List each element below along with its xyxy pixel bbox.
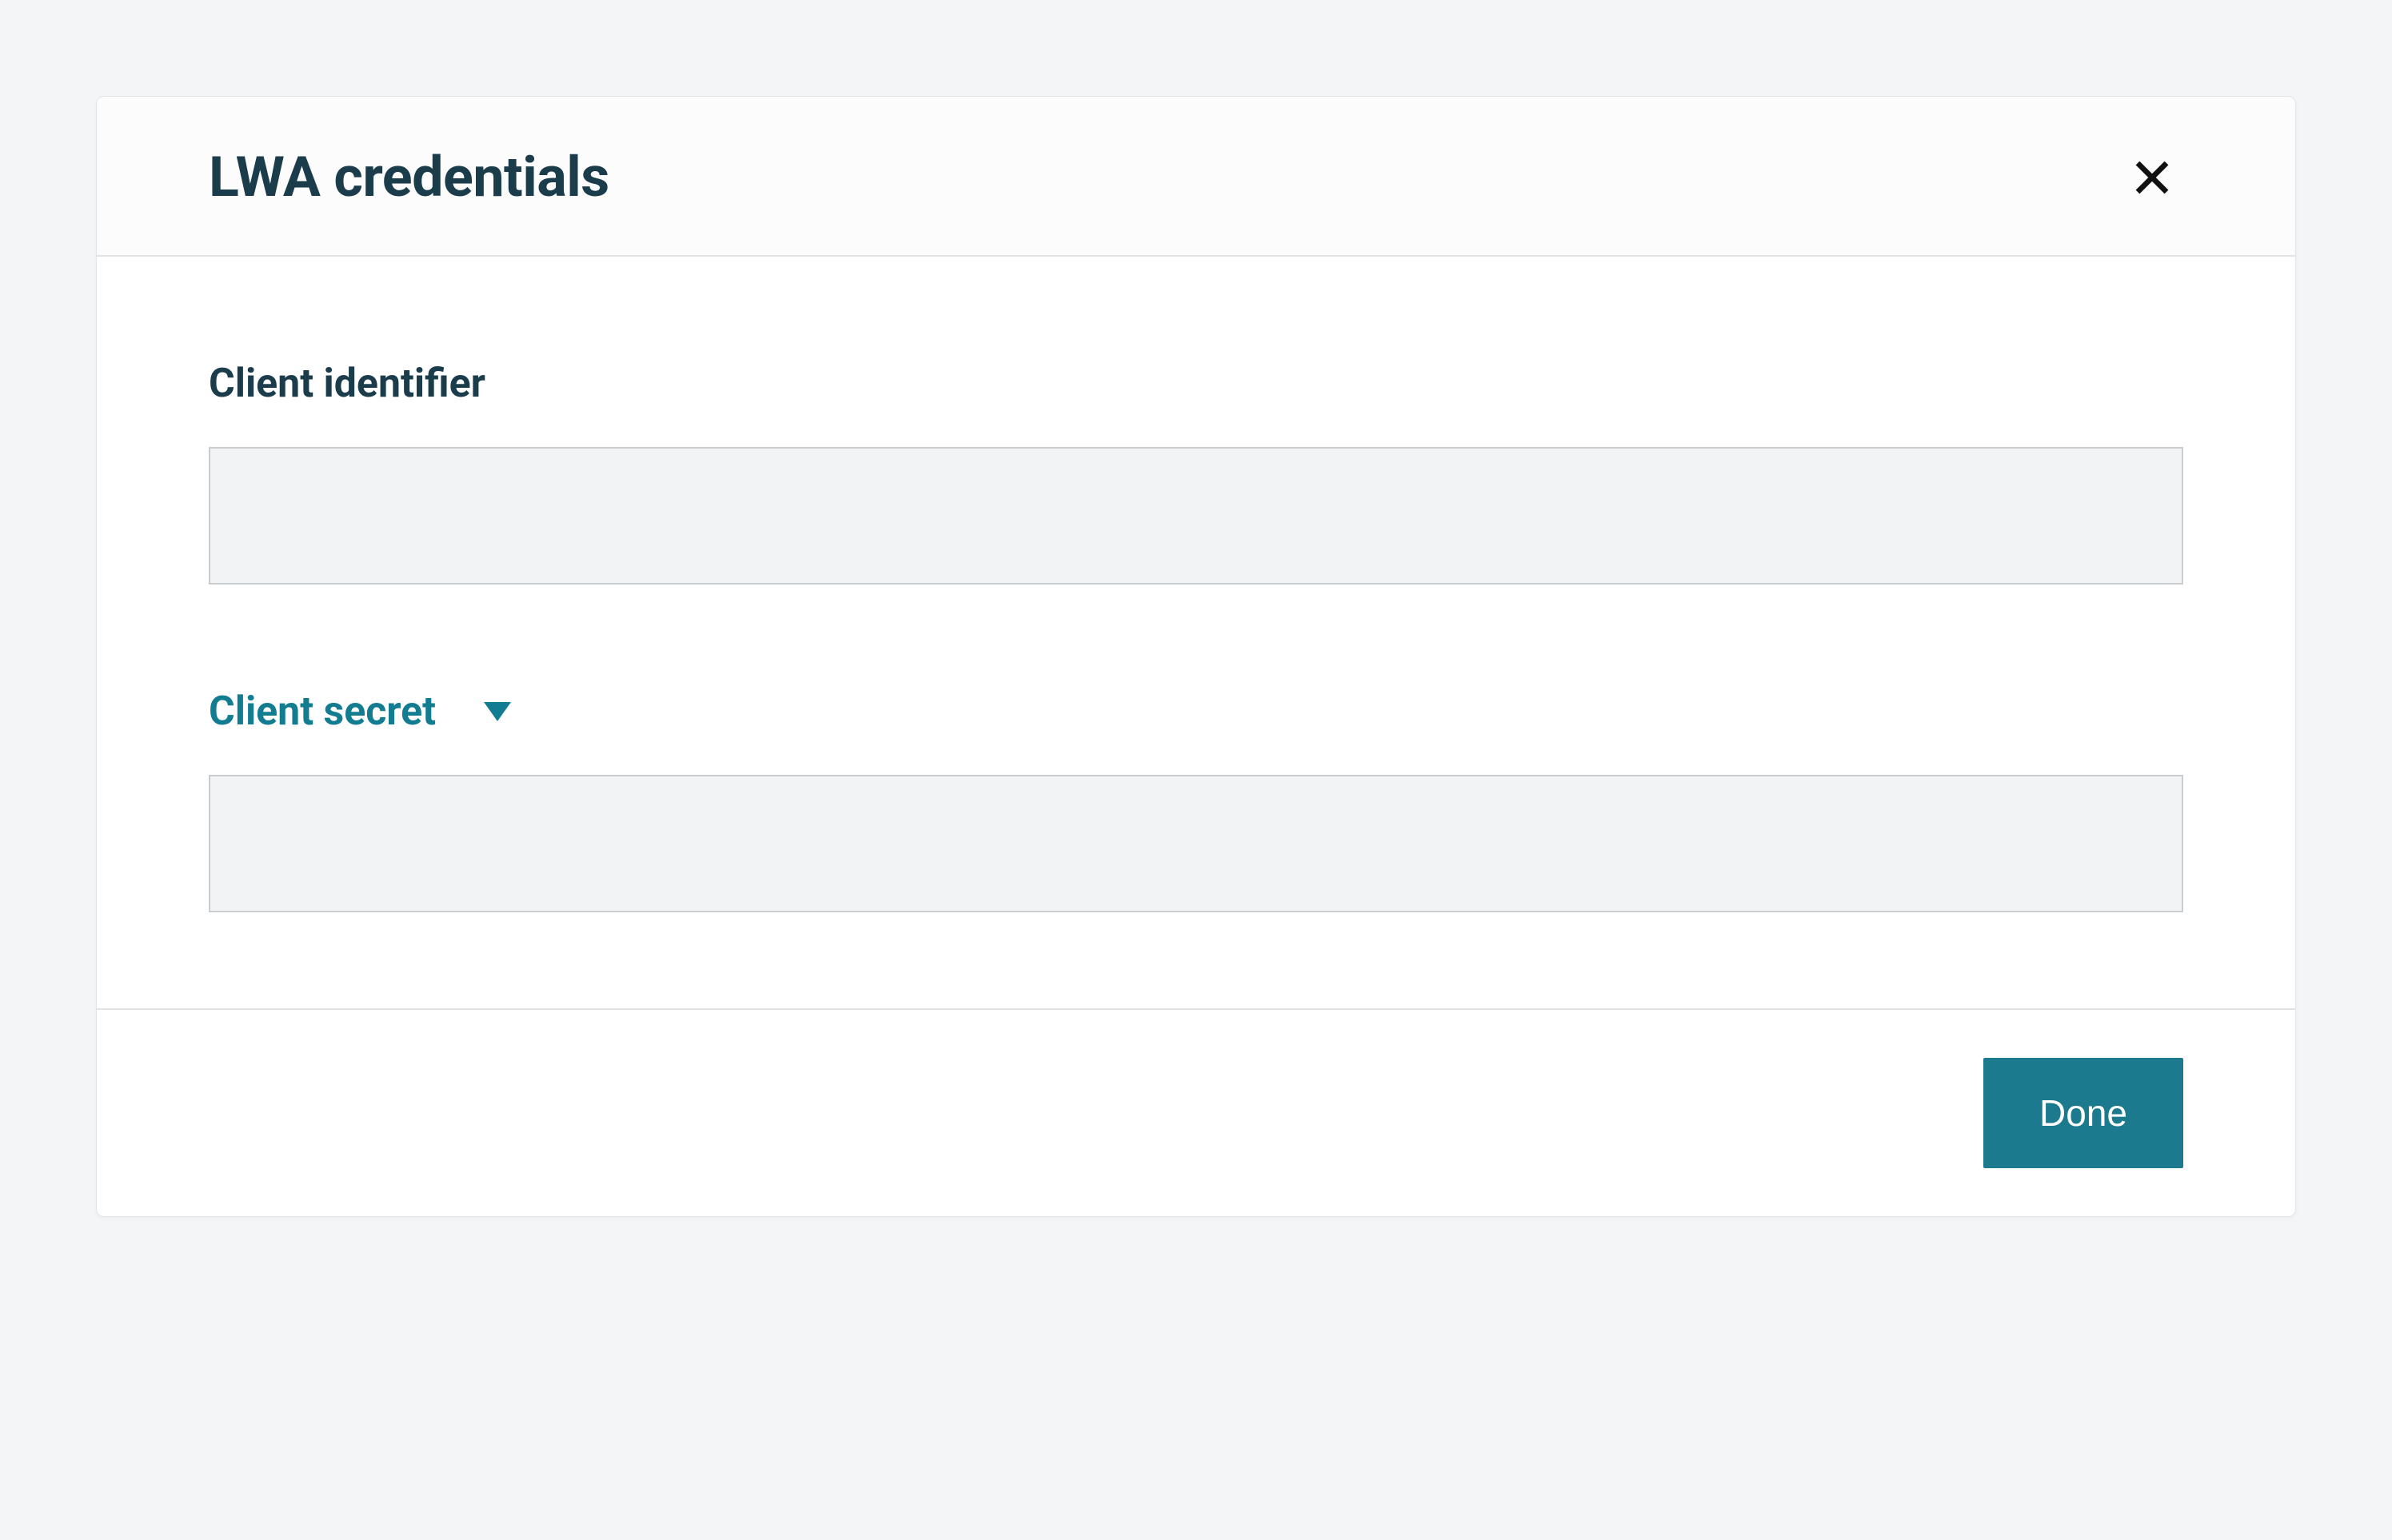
modal-header: LWA credentials [97,97,2295,257]
chevron-down-icon [484,702,511,721]
close-button[interactable] [2121,146,2183,209]
client-secret-label: Client secret [209,688,436,735]
client-identifier-input[interactable] [209,447,2183,584]
modal-title: LWA credentials [209,145,609,210]
modal-body: Client identifier Client secret [97,257,2295,1008]
client-secret-input[interactable] [209,775,2183,912]
lwa-credentials-modal: LWA credentials Client identifier Client… [96,96,2296,1217]
done-button[interactable]: Done [1983,1058,2183,1168]
client-identifier-label: Client identifier [209,361,2183,407]
close-icon [2130,156,2174,199]
client-identifier-group: Client identifier [209,361,2183,584]
client-secret-toggle[interactable]: Client secret [209,688,511,735]
client-secret-group: Client secret [209,688,2183,912]
modal-footer: Done [97,1008,2295,1216]
